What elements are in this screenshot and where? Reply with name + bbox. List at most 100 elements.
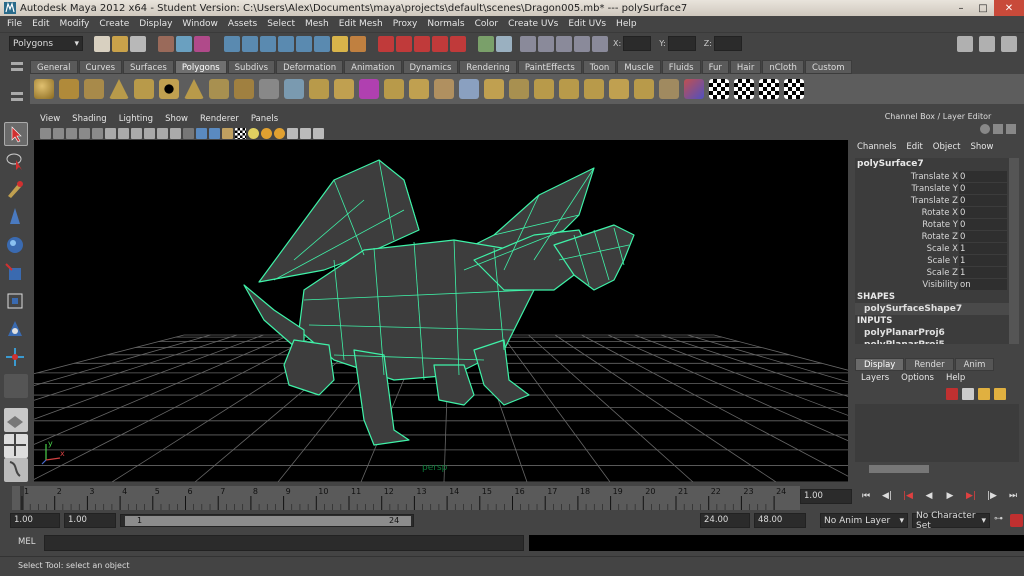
shelf-tab-deformation[interactable]: Deformation <box>276 60 344 74</box>
layer-list[interactable] <box>855 404 1019 462</box>
textured-icon[interactable] <box>222 127 233 139</box>
menu-create-uvs[interactable]: Create UVs <box>503 19 563 29</box>
gate-mask-icon[interactable] <box>131 127 142 139</box>
shelf-tab-curves[interactable]: Curves <box>78 60 123 74</box>
menu-mesh[interactable]: Mesh <box>300 19 334 29</box>
snap-point-icon[interactable] <box>414 35 430 52</box>
checker-icon[interactable] <box>784 79 804 99</box>
new-empty-layer-icon[interactable] <box>978 388 990 400</box>
poly-plane-icon[interactable] <box>134 79 154 99</box>
checker-icon[interactable] <box>709 79 729 99</box>
shelf-tab-hair[interactable]: Hair <box>729 60 762 74</box>
attr-value[interactable]: 0 <box>959 207 1007 219</box>
menu-window[interactable]: Window <box>177 19 223 29</box>
play-backwards-icon[interactable]: ◀ <box>921 490 937 503</box>
new-layer-selected-icon[interactable] <box>962 388 974 400</box>
render-current-icon[interactable] <box>538 35 554 52</box>
y-field[interactable] <box>667 36 696 51</box>
select-component-icon[interactable] <box>194 35 210 52</box>
auto-key-icon[interactable] <box>1010 514 1023 527</box>
tab-anim[interactable]: Anim <box>954 358 995 371</box>
planar-map-icon[interactable] <box>509 79 529 99</box>
shelf-tab-ncloth[interactable]: nCloth <box>762 60 804 74</box>
safe-action-icon[interactable] <box>157 127 168 139</box>
attr-value[interactable]: 0 <box>959 171 1007 183</box>
poly-pyramid-icon[interactable] <box>184 79 204 99</box>
menu-edit-mesh[interactable]: Edit Mesh <box>334 19 388 29</box>
animation-start-field[interactable]: 1.00 <box>10 513 60 528</box>
tab-render[interactable]: Render <box>905 358 954 371</box>
command-input[interactable] <box>44 535 524 551</box>
attr-value[interactable]: 0 <box>959 195 1007 207</box>
pick-mask-icon[interactable] <box>278 35 294 52</box>
play-forwards-icon[interactable]: ▶ <box>942 490 958 503</box>
uv-layout-icon[interactable] <box>609 79 629 99</box>
unfold-icon[interactable] <box>634 79 654 99</box>
new-scene-icon[interactable] <box>94 35 110 52</box>
attr-row[interactable]: Scale Y1 <box>855 255 1019 267</box>
menu-display[interactable]: Display <box>134 19 177 29</box>
cb-menu-edit[interactable]: Edit <box>901 142 927 156</box>
attr-value[interactable]: 0 <box>959 219 1007 231</box>
image-plane-icon[interactable] <box>79 127 90 139</box>
attr-value[interactable]: 0 <box>959 231 1007 243</box>
time-slider[interactable]: 1 2 3 4 5 6 7 8 9 10 11 12 13 14 15 16 17 18 19 20 21 22 23 24 <box>12 486 800 510</box>
attr-row[interactable]: Rotate Y0 <box>855 219 1019 231</box>
layout-icon[interactable] <box>993 124 1003 134</box>
attr-row[interactable]: Translate Z0 <box>855 195 1019 207</box>
magnet-icon[interactable] <box>450 35 466 52</box>
anim-layer-dropdown[interactable]: No Anim Layer ▾ <box>820 513 908 528</box>
mirror-icon[interactable] <box>284 79 304 99</box>
minimize-button[interactable]: – <box>950 0 972 16</box>
animation-end-field[interactable]: 48.00 <box>754 513 806 528</box>
smooth-icon[interactable] <box>259 79 279 99</box>
soft-modification-icon[interactable] <box>4 318 28 342</box>
shelf-tab-custom[interactable]: Custom <box>804 60 852 74</box>
isolate-select-icon[interactable] <box>300 127 311 139</box>
select-hierarchy-icon[interactable] <box>158 35 174 52</box>
attribute-editor-icon[interactable] <box>957 36 973 52</box>
history-icon[interactable] <box>478 35 494 52</box>
range-slider[interactable]: 1 24 <box>120 514 414 527</box>
menu-proxy[interactable]: Proxy <box>388 19 423 29</box>
shape-node[interactable]: polySurfaceShape7 <box>855 303 1019 315</box>
menu-help[interactable]: Help <box>611 19 642 29</box>
shelf-tab-rendering[interactable]: Rendering <box>459 60 517 74</box>
selected-object-name[interactable]: polySurface7 <box>855 158 1019 171</box>
shadows-icon[interactable] <box>274 127 285 139</box>
menu-normals[interactable]: Normals <box>422 19 469 29</box>
channel-box-scrollbar[interactable] <box>1009 158 1019 344</box>
menu-color[interactable]: Color <box>470 19 504 29</box>
shelf-tab-painteffects[interactable]: PaintEffects <box>517 60 582 74</box>
four-view-layout-icon[interactable] <box>4 434 28 458</box>
layer-list-scrollbar[interactable] <box>855 464 1019 474</box>
key-icon[interactable]: ⊶ <box>994 514 1008 527</box>
lasso-tool-icon[interactable] <box>4 150 28 174</box>
resolution-gate-icon[interactable] <box>118 127 129 139</box>
single-perspective-layout-icon[interactable] <box>4 408 28 432</box>
input-node[interactable]: polyPlanarProj6 <box>855 327 1019 339</box>
playback-start-field[interactable]: 1.00 <box>64 513 116 528</box>
split-poly-icon[interactable] <box>409 79 429 99</box>
ipr-render-icon[interactable] <box>556 35 572 52</box>
snap-curve-icon[interactable] <box>396 35 412 52</box>
render-settings-icon[interactable] <box>574 35 590 52</box>
poly-cylinder-icon[interactable] <box>84 79 104 99</box>
poly-cone-icon[interactable] <box>109 79 129 99</box>
bevel-icon[interactable] <box>484 79 504 99</box>
tool-settings-icon[interactable] <box>979 36 995 52</box>
menu-assets[interactable]: Assets <box>223 19 262 29</box>
attr-value[interactable]: 1 <box>959 243 1007 255</box>
paint-icon[interactable] <box>684 79 704 99</box>
tab-display[interactable]: Display <box>855 358 905 371</box>
layer-menu-options[interactable]: Options <box>895 373 940 386</box>
hypershade-icon[interactable] <box>592 35 608 52</box>
shelf-tab-polygons[interactable]: Polygons <box>174 60 227 74</box>
last-tool-icon[interactable] <box>4 374 28 398</box>
shelf-tab-fluids[interactable]: Fluids <box>661 60 701 74</box>
vp-menu-show[interactable]: Show <box>159 114 194 124</box>
pick-mask-icon[interactable] <box>242 35 258 52</box>
step-forward-frame-icon[interactable]: ▶| <box>963 490 979 503</box>
scale-tool-icon[interactable] <box>4 262 28 286</box>
z-field[interactable] <box>713 36 742 51</box>
